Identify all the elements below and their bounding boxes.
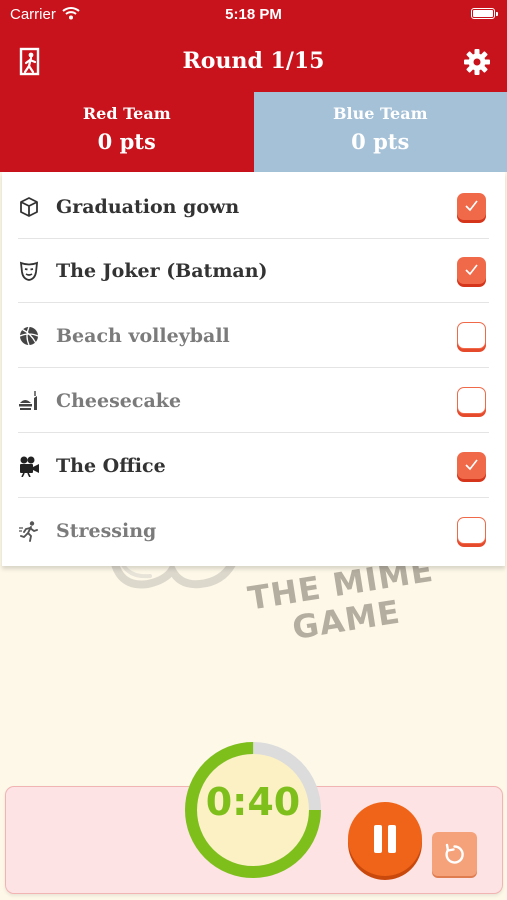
red-team-name: Red Team	[82, 104, 171, 123]
checkmark-icon	[465, 264, 478, 276]
word-list: Graduation gown The Joker (Batman) Beach	[2, 172, 505, 566]
word-checkbox[interactable]	[457, 452, 486, 479]
list-item[interactable]: The Joker (Batman)	[2, 239, 505, 303]
reset-button[interactable]	[432, 832, 477, 876]
word-checkbox[interactable]	[457, 193, 486, 220]
word-label: Graduation gown	[56, 196, 240, 218]
battery-icon	[471, 8, 498, 19]
round-title: Round 1/15	[182, 48, 325, 74]
pause-button[interactable]	[348, 802, 422, 876]
checkmark-icon	[465, 200, 478, 212]
running-person-icon	[18, 520, 40, 542]
food-icon	[18, 390, 40, 412]
red-team-score: 0 pts	[97, 129, 156, 154]
list-item[interactable]: Beach volleyball	[2, 304, 505, 368]
box-icon	[18, 196, 40, 218]
checkmark-icon	[465, 459, 478, 471]
gear-icon[interactable]	[463, 48, 491, 76]
blue-team-panel: Blue Team 0 pts	[253, 92, 507, 172]
mask-icon	[18, 260, 40, 282]
pause-icon	[374, 825, 382, 853]
word-label: Stressing	[56, 520, 157, 542]
pause-icon	[388, 825, 396, 853]
word-checkbox[interactable]	[457, 257, 486, 284]
list-item[interactable]: The Office	[2, 434, 505, 498]
blue-team-name: Blue Team	[332, 104, 428, 123]
word-checkbox[interactable]	[457, 322, 486, 349]
word-label: Beach volleyball	[56, 325, 230, 347]
movie-camera-icon	[18, 455, 40, 478]
red-team-panel: Red Team 0 pts	[0, 92, 254, 172]
word-label: The Joker (Batman)	[56, 260, 268, 282]
list-item[interactable]: Graduation gown	[2, 175, 505, 239]
word-label: Cheesecake	[56, 390, 182, 412]
divider	[18, 432, 489, 433]
divider	[18, 497, 489, 498]
divider	[18, 367, 489, 368]
timer-display: 0:40	[205, 780, 301, 824]
team-scoreboard: Red Team 0 pts Blue Team 0 pts	[0, 92, 507, 172]
reset-icon	[445, 843, 464, 864]
word-checkbox[interactable]	[457, 517, 486, 544]
ball-icon	[18, 325, 40, 347]
list-item[interactable]: Cheesecake	[2, 369, 505, 433]
word-checkbox[interactable]	[457, 387, 486, 414]
blue-team-score: 0 pts	[351, 129, 410, 154]
top-bar: Round 1/15	[0, 30, 507, 92]
word-label: The Office	[56, 455, 166, 477]
status-bar: Carrier 5:18 PM	[0, 0, 507, 30]
divider	[18, 302, 489, 303]
status-time: 5:18 PM	[225, 6, 282, 23]
list-item[interactable]: Stressing	[2, 499, 505, 563]
